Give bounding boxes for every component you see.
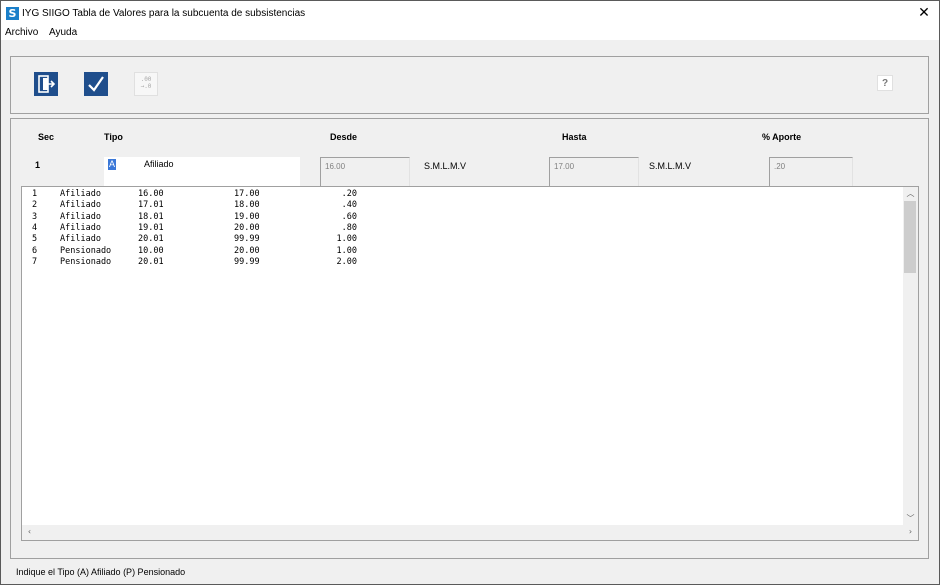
window-title: IYG SIIGO Tabla de Valores para la subcu… xyxy=(22,8,306,19)
header-sec: Sec xyxy=(38,132,55,142)
scroll-right-icon[interactable]: › xyxy=(903,527,918,536)
table-row[interactable]: 3 Afiliado 18.01 19.00 .60 xyxy=(22,212,902,223)
table-row[interactable]: 4 Afiliado 19.01 20.00 .80 xyxy=(22,223,902,234)
tipo-field[interactable]: A Afiliado xyxy=(104,157,300,187)
horizontal-scrollbar[interactable]: ‹ › xyxy=(22,525,918,540)
current-sec: 1 xyxy=(35,160,41,170)
cell-desde: 19.01 xyxy=(138,222,164,233)
desde-field[interactable]: 16.00 xyxy=(320,157,410,187)
hasta-unit: S.M.L.M.V xyxy=(649,161,692,171)
cell-aporte: .20 xyxy=(341,189,357,199)
cell-aporte: .80 xyxy=(341,222,357,233)
cell-aporte: .40 xyxy=(341,200,357,211)
hasta-value: 17.00 xyxy=(554,162,575,171)
cell-hasta: 99.99 xyxy=(234,256,260,267)
cell-sec: 3 xyxy=(32,211,38,222)
vertical-scrollbar[interactable]: ︿ ﹀ xyxy=(903,187,918,526)
cell-hasta: 18.00 xyxy=(234,200,260,211)
menu-ayuda[interactable]: Ayuda xyxy=(49,27,77,38)
values-grid[interactable]: 1 Afiliado 16.00 17.00.20 2 Afiliado 17.01 18.0… xyxy=(21,186,919,541)
cell-tipo: Pensionado xyxy=(60,245,112,256)
cell-aporte: 1.00 xyxy=(336,245,357,256)
scroll-left-icon[interactable]: ‹ xyxy=(22,527,37,536)
cell-sec: 7 xyxy=(32,256,38,267)
cell-tipo: Afiliado xyxy=(60,222,101,233)
cell-tipo: Afiliado xyxy=(60,211,101,222)
close-button[interactable]: ✕ xyxy=(909,1,939,25)
exit-button[interactable] xyxy=(34,72,58,96)
cell-sec: 4 xyxy=(32,222,38,233)
siigo-app-icon: S xyxy=(6,7,19,20)
cell-aporte: 1.00 xyxy=(336,234,357,245)
tipo-code-input[interactable]: A xyxy=(108,159,117,170)
hasta-field[interactable]: 17.00 xyxy=(549,157,639,187)
status-bar-text: Indique el Tipo (A) Afiliado (P) Pension… xyxy=(16,567,186,577)
aporte-field[interactable]: .20 xyxy=(769,157,853,187)
desde-value: 16.00 xyxy=(325,162,346,171)
scroll-up-icon[interactable]: ︿ xyxy=(903,188,918,199)
decimal-shift-button[interactable]: .00 →.0 xyxy=(134,72,158,96)
table-row[interactable]: 5 Afiliado 20.01 99.99 1.00 xyxy=(22,234,902,245)
header-tipo: Tipo xyxy=(104,132,123,142)
cell-tipo: Afiliado xyxy=(60,200,101,211)
desde-unit: S.M.L.M.V xyxy=(424,161,467,171)
help-button[interactable]: ? xyxy=(877,75,893,91)
exit-icon xyxy=(38,75,56,93)
menu-bar: Archivo Ayuda xyxy=(1,25,939,40)
cell-sec: 2 xyxy=(32,200,38,211)
checkmark-icon xyxy=(88,76,104,92)
decimal-shift-icon: .00 →.0 xyxy=(140,76,152,90)
cell-tipo: Afiliado xyxy=(60,189,101,199)
cell-hasta: 99.99 xyxy=(234,234,260,245)
cell-sec: 1 xyxy=(32,189,38,199)
cell-desde: 20.01 xyxy=(138,256,164,267)
header-desde: Desde xyxy=(330,132,358,142)
cell-sec: 5 xyxy=(32,234,38,245)
scroll-down-icon[interactable]: ﹀ xyxy=(903,513,918,524)
cell-desde: 16.00 xyxy=(138,189,164,199)
table-row[interactable]: 6 Pensionado 10.00 20.00 1.00 xyxy=(22,246,902,257)
cell-desde: 17.01 xyxy=(138,200,164,211)
tipo-description: Afiliado xyxy=(144,159,174,169)
cell-aporte: .60 xyxy=(341,211,357,222)
cell-hasta: 19.00 xyxy=(234,211,260,222)
cell-hasta: 20.00 xyxy=(234,245,260,256)
cell-desde: 10.00 xyxy=(138,245,164,256)
main-window: S IYG SIIGO Tabla de Valores para la sub… xyxy=(0,0,940,585)
cell-aporte: 2.00 xyxy=(336,256,357,267)
table-row[interactable]: 1 Afiliado 16.00 17.00 .20 xyxy=(22,189,902,200)
cell-tipo: Pensionado xyxy=(60,256,112,267)
header-hasta: Hasta xyxy=(562,132,587,142)
cell-sec: 6 xyxy=(32,245,38,256)
title-bar[interactable]: S IYG SIIGO Tabla de Valores para la sub… xyxy=(1,1,939,25)
cell-hasta: 17.00 xyxy=(234,189,260,199)
accept-button[interactable] xyxy=(84,72,108,96)
vertical-scroll-thumb[interactable] xyxy=(904,201,916,273)
cell-desde: 18.01 xyxy=(138,211,164,222)
header-aporte: % Aporte xyxy=(762,132,802,142)
values-panel: Sec Tipo Desde Hasta % Aporte 1 A Afilia… xyxy=(10,118,929,559)
aporte-value: .20 xyxy=(774,162,786,171)
table-row[interactable]: 7 Pensionado 20.01 99.99 2.00 xyxy=(22,257,902,268)
cell-hasta: 20.00 xyxy=(234,222,260,233)
toolbar: .00 →.0 ? xyxy=(10,56,929,114)
table-row[interactable]: 2 Afiliado 17.01 18.00 .40 xyxy=(22,200,902,211)
menu-archivo[interactable]: Archivo xyxy=(5,27,38,38)
cell-tipo: Afiliado xyxy=(60,234,101,245)
cell-desde: 20.01 xyxy=(138,234,164,245)
